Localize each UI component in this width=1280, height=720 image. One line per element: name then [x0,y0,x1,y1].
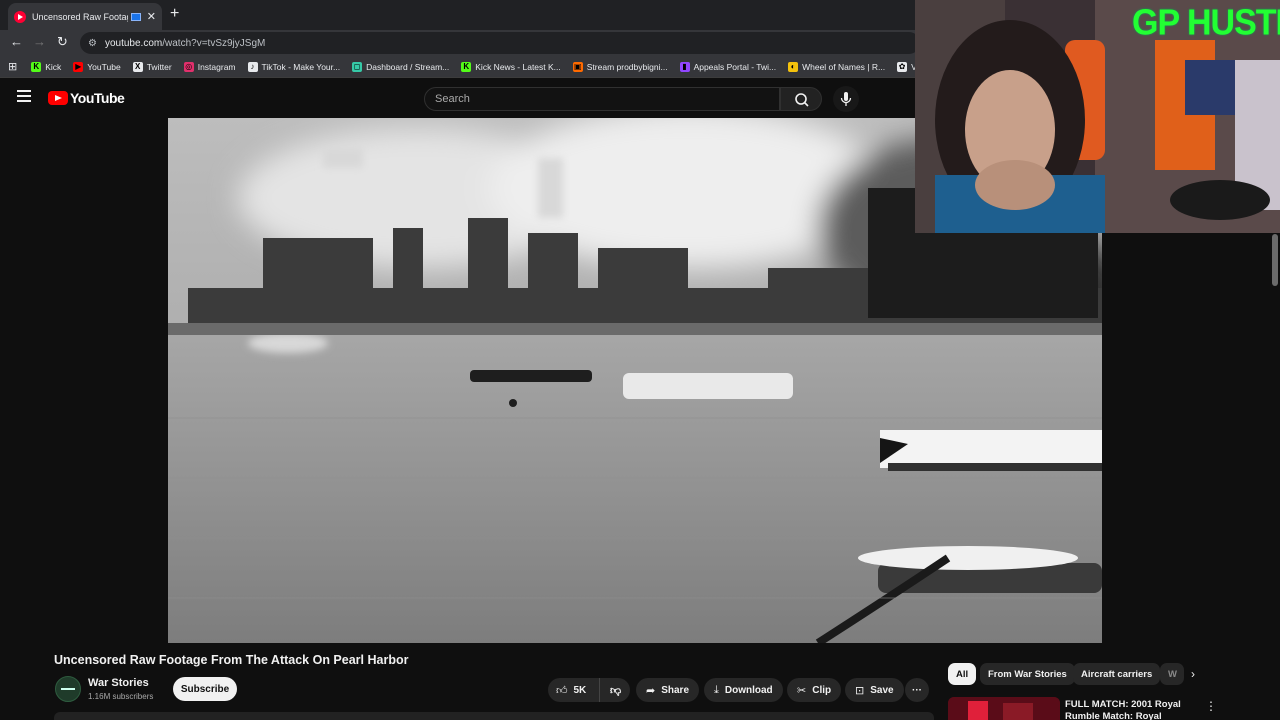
hamburger-menu-icon[interactable] [17,90,31,102]
bookmark-label: TikTok - Make Your... [261,61,341,72]
save-label: Save [870,684,894,696]
reload-icon[interactable]: ↻ [57,34,68,50]
thumbs-down-icon: 👎︎ [610,684,622,697]
streamer-name-overlay: GP HUSTLA [1132,3,1280,43]
bookmark-item[interactable]: K Kick [31,61,62,72]
bookmark-item[interactable]: ◐ Wheel of Names | R... [788,61,886,72]
tab-close-button[interactable]: ✕ [147,10,156,23]
youtube-play-logo-icon [48,91,68,105]
share-label: Share [661,684,690,696]
more-actions-button[interactable]: ··· [905,678,929,702]
bookmark-favicon-icon: K [31,61,42,72]
bookmark-favicon-icon: K [461,61,472,72]
more-dots-icon: ··· [912,684,922,696]
download-label: Download [724,684,773,696]
bookmark-item[interactable]: K Kick News - Latest K... [461,61,561,72]
search-icon [795,93,809,107]
forward-arrow-icon[interactable]: → [33,34,46,49]
bookmark-favicon-icon: ♪ [247,61,258,72]
bookmark-item[interactable]: X Twitter [132,61,172,72]
bookmark-list: K Kick ▶ YouTube X Twitter ◎ Instagram ♪ TikTok -… [31,61,963,72]
bookmark-label: Dashboard / Stream... [366,61,450,72]
youtube-logo-text: YouTube [70,90,125,106]
chip-partial[interactable]: W [1160,663,1184,685]
bookmark-label: YouTube [87,61,121,72]
bookmark-favicon-icon: ◻ [352,61,363,72]
bookmark-favicon-icon: ▮ [679,61,690,72]
url-path: /watch?v=tvSz9jyJSgM [162,37,266,49]
recommended-video-title[interactable]: FULL MATCH: 2001 Royal Rumble Match: Roy… [1065,699,1195,720]
page-scrollbar-track[interactable] [1270,233,1280,720]
search-button[interactable] [780,87,822,111]
bookmark-icon: ⊡ [855,684,865,697]
share-button[interactable]: ➦ Share [636,678,700,702]
tab-title: Uncensored Raw Footage F [32,11,128,22]
share-arrow-icon: ➦ [646,684,656,697]
download-button[interactable]: ⤓ Download [704,678,783,702]
bookmark-favicon-icon: ✿ [897,61,908,72]
bookmark-item[interactable]: ♪ TikTok - Make Your... [247,61,341,72]
bookmark-item[interactable]: ▮ Appeals Portal - Twi... [679,61,777,72]
bookmark-favicon-icon: X [132,61,143,72]
clip-label: Clip [812,684,832,696]
bookmark-favicon-icon: ◎ [183,61,194,72]
voice-search-button[interactable] [833,86,859,112]
search-placeholder: Search [435,93,470,105]
bookmark-favicon-icon: ◐ [788,61,799,72]
chip-from-war-stories[interactable]: From War Stories [980,663,1075,685]
chip-all[interactable]: All [948,663,977,685]
subscribe-button[interactable]: Subscribe [173,677,237,701]
bookmark-item[interactable]: ▶ YouTube [73,61,121,72]
bookmark-favicon-icon: ▶ [73,61,84,72]
channel-name[interactable]: War Stories [88,677,149,689]
bookmark-label: Kick [45,61,62,72]
site-info-icon[interactable]: ⚙ [88,38,97,49]
address-bar[interactable]: ⚙ youtube.com/watch?v=tvSz9jyJSgM [80,32,920,54]
bookmark-label: Instagram [197,61,236,72]
subscriber-count: 1.16M subscribers [88,692,154,701]
new-tab-button[interactable]: + [170,5,179,23]
video-title: Uncensored Raw Footage From The Attack O… [54,653,409,667]
dislike-button[interactable]: 👎︎ [600,684,621,697]
bookmark-item[interactable]: ▣ Stream prodbybigni... [572,61,668,72]
like-button[interactable]: 👍︎ 5K [548,678,600,702]
youtube-favicon-icon [14,10,26,23]
bookmark-label: Twitter [146,61,172,72]
media-playing-icon[interactable] [130,12,141,21]
bookmark-label: Kick News - Latest K... [475,61,561,72]
bookmark-favicon-icon: ▣ [572,61,583,72]
bookmark-label: Wheel of Names | R... [802,61,886,72]
description-box-edge [54,712,934,720]
youtube-logo[interactable]: YouTube [48,90,125,106]
save-button[interactable]: ⊡ Save [845,678,904,702]
like-dislike-group: 👍︎ 5K 👎︎ [548,678,630,702]
channel-avatar[interactable] [55,676,81,702]
bookmark-label: Stream prodbybigni... [586,61,668,72]
page-scrollbar-thumb[interactable] [1272,234,1278,286]
recommended-thumbnail-image [948,697,1060,720]
scissors-icon: ✂ [797,684,807,697]
apps-grid-icon[interactable]: ⊞ [8,60,17,73]
recommended-more-icon[interactable]: ⋮ [1205,699,1217,713]
chip-aircraft-carriers[interactable]: Aircraft carriers [1073,663,1161,685]
bookmark-item[interactable]: ◻ Dashboard / Stream... [352,61,450,72]
bookmark-label: Appeals Portal - Twi... [693,61,777,72]
download-icon: ⤓ [714,683,719,696]
chip-scroll-right-icon[interactable]: › [1191,667,1195,681]
clip-button[interactable]: ✂ Clip [787,678,842,702]
thumbs-up-icon: 👍︎ [556,684,568,697]
search-input[interactable]: Search [424,87,780,111]
bookmark-item[interactable]: ◎ Instagram [183,61,236,72]
like-count: 5K [573,684,587,696]
url-host: youtube.com [104,37,163,49]
back-arrow-icon[interactable]: ← [10,34,23,49]
microphone-icon [840,92,852,106]
recommended-thumbnail[interactable] [948,697,1060,720]
browser-tab[interactable]: Uncensored Raw Footage F ✕ [8,3,162,30]
